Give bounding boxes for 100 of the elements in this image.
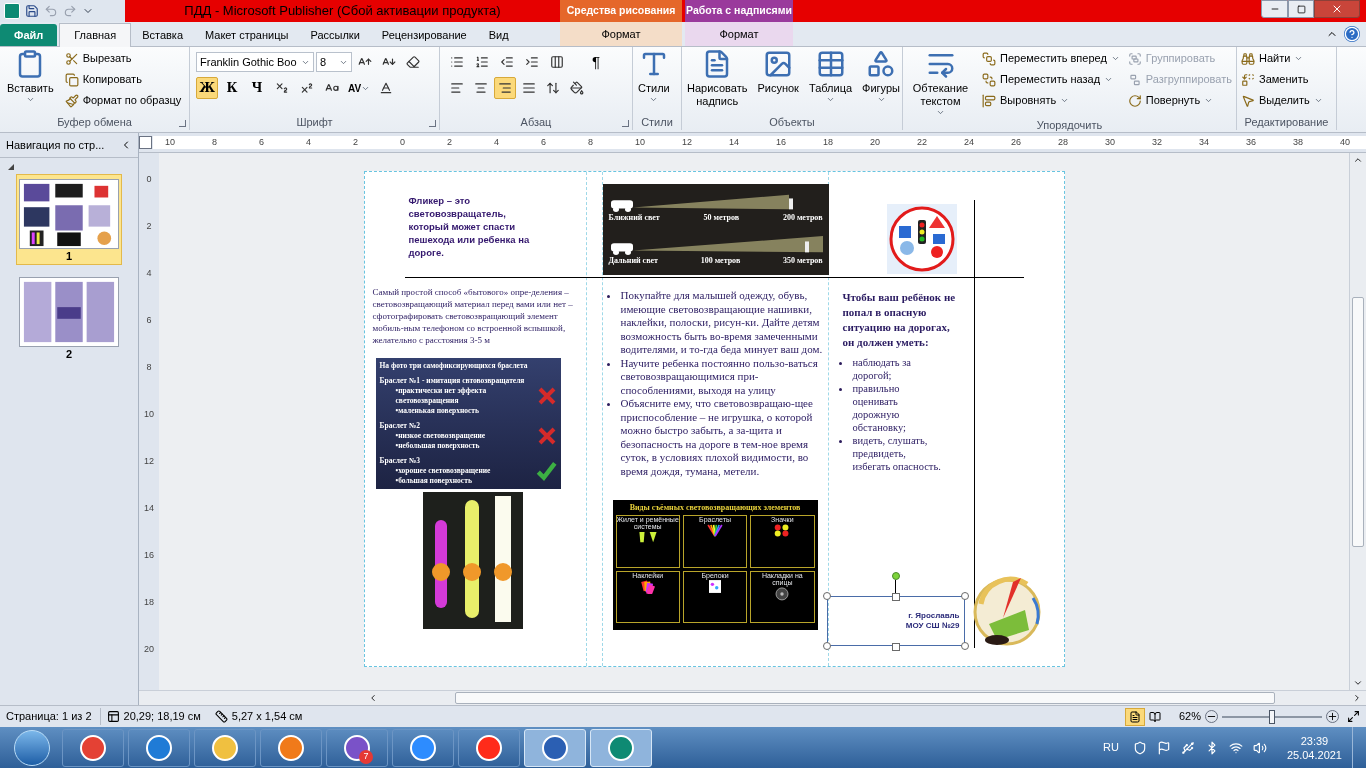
ribbon-tab[interactable]: Вставка: [131, 24, 195, 46]
scroll-right-icon[interactable]: [1352, 693, 1362, 703]
ribbon-tab[interactable]: Главная: [59, 23, 132, 47]
ribbon-button[interactable]: Рисунок: [754, 47, 802, 108]
scroll-left-icon[interactable]: [368, 693, 378, 703]
tray-icon[interactable]: [1156, 740, 1171, 755]
ribbon-button[interactable]: Копировать: [64, 69, 182, 90]
ruler-number: 24: [964, 135, 975, 149]
ribbon-button[interactable]: Фигуры: [859, 47, 903, 108]
ribbon-tab[interactable]: Формат: [685, 22, 793, 46]
browser-icon: [146, 734, 172, 761]
body-paragraph: Самый простой способ «бытового» опре-деления – световозвращающий материал перед вами или нет – сфотографировать световозвращающий элемент мобиль-ным телефоном со встроенной вспышкой, желательно с расстояния 3-5 м: [372, 286, 574, 346]
tray-icon[interactable]: [1180, 740, 1195, 755]
resize-handle[interactable]: [822, 592, 831, 600]
ribbon-tab[interactable]: Формат: [560, 22, 682, 46]
paragraph-marks-button[interactable]: ¶: [585, 51, 607, 73]
clock-time[interactable]: 23:39: [1300, 733, 1329, 748]
ruler-number: 32: [1152, 135, 1163, 149]
scroll-down-icon[interactable]: [1353, 678, 1363, 688]
right-heading: Чтобы ваш ребёнок не попал в опасную ситуацию на дорогах, он должен уметь:: [842, 290, 957, 350]
start-button[interactable]: [14, 729, 50, 766]
fit-page-icon[interactable]: [1347, 710, 1360, 723]
pane-title: Навигация по стр...: [6, 137, 105, 153]
taskbar-button[interactable]: [128, 728, 190, 767]
taskbar-button[interactable]: [458, 728, 520, 767]
resize-handle[interactable]: [891, 643, 900, 651]
ruler-number: 4: [494, 135, 500, 149]
ribbon-button[interactable]: Обтекание текстом: [907, 47, 975, 117]
tray-icon[interactable]: [1228, 740, 1243, 755]
messenger-icon: [344, 734, 370, 761]
ribbon-button[interactable]: Нарисовать надпись: [684, 47, 751, 108]
scroll-up-icon[interactable]: [1353, 155, 1363, 165]
dialog-launcher-icon[interactable]: [429, 120, 436, 127]
font-name-field[interactable]: Franklin Gothic Boo: [196, 52, 314, 72]
language-indicator[interactable]: RU: [1103, 739, 1119, 756]
single-page-icon: [1128, 710, 1141, 723]
ribbon-button[interactable]: Заменить: [1241, 69, 1323, 90]
ribbon-tab[interactable]: Файл: [0, 24, 58, 46]
bullet-text: видеть, слушать, предвидеть, избегать опасность.: [852, 434, 942, 473]
resize-handle[interactable]: [891, 593, 900, 601]
tray-icon[interactable]: [1252, 740, 1267, 755]
align-icon[interactable]: [494, 77, 516, 99]
group-label: Объекты: [769, 114, 815, 130]
save-icon[interactable]: [25, 4, 39, 18]
scroll-thumb[interactable]: [1352, 296, 1364, 547]
ribbon-button[interactable]: Стили: [635, 47, 673, 104]
restore-button[interactable]: [1288, 0, 1314, 18]
ribbon-button[interactable]: Переместить вперед: [982, 48, 1120, 69]
view-button[interactable]: [1124, 707, 1145, 726]
resize-handle[interactable]: [822, 642, 831, 650]
help-icon[interactable]: [1344, 26, 1360, 42]
ribbon-button[interactable]: Переместить назад: [982, 69, 1120, 90]
rotation-handle[interactable]: [891, 572, 900, 580]
ribbon-button[interactable]: Выделить: [1241, 90, 1323, 111]
character-spacing-button[interactable]: AV: [346, 77, 373, 99]
contextual-tab-group: Средства рисования: [560, 0, 682, 22]
taskbar-button[interactable]: 7: [326, 728, 388, 767]
taskbar-button[interactable]: [260, 728, 322, 767]
scroll-thumb[interactable]: [455, 692, 1275, 704]
taskbar-button[interactable]: [392, 728, 454, 767]
distance-label: 100 метров: [700, 256, 741, 267]
format-button[interactable]: Ч: [246, 77, 268, 99]
ribbon-tab[interactable]: Вид: [477, 24, 520, 46]
tray-icon[interactable]: [1132, 740, 1147, 755]
ruler-number: 14: [729, 135, 740, 149]
taskbar-button[interactable]: [62, 728, 124, 767]
tab-selector-icon[interactable]: [139, 136, 152, 149]
dialog-launcher-icon[interactable]: [622, 120, 629, 127]
ribbon-button[interactable]: Повернуть: [1127, 90, 1232, 111]
taskbar-button[interactable]: [194, 728, 256, 767]
vertical-scrollbar[interactable]: [1349, 153, 1366, 690]
zoom-slider-thumb[interactable]: [1269, 709, 1275, 724]
font-size-field[interactable]: 8: [316, 52, 352, 72]
zoom-slider[interactable]: [1222, 709, 1322, 724]
ribbon-button[interactable]: Найти: [1241, 48, 1323, 69]
minimize-button[interactable]: [1261, 0, 1288, 18]
ribbon-button[interactable]: Вырезать: [64, 48, 182, 69]
dialog-launcher-icon[interactable]: [179, 120, 186, 127]
ribbon-tab[interactable]: Макет страницы: [194, 24, 300, 46]
ribbon-button[interactable]: Таблица: [805, 47, 856, 108]
ribbon-tab[interactable]: Рассылки: [299, 24, 371, 46]
page-thumbnail-item[interactable]: 1: [16, 174, 122, 265]
ribbon-icon: [1127, 72, 1142, 87]
resize-handle[interactable]: [960, 642, 969, 650]
page-indicator[interactable]: Страница: 1 из 2: [6, 708, 101, 725]
clock-date[interactable]: 25.04.2021: [1286, 747, 1342, 762]
format-button[interactable]: К: [221, 77, 243, 99]
ruler-number: 0: [146, 173, 152, 186]
ribbon-tab[interactable]: Рецензирование: [370, 24, 478, 46]
zoom-level[interactable]: 62%: [1178, 708, 1201, 725]
resize-handle[interactable]: [960, 592, 969, 600]
zoom-in-icon[interactable]: [1326, 710, 1339, 723]
leaflet-title: Фликер – это световозвращатель, который может спасти пешехода или ребенка на дороге.: [408, 194, 531, 259]
format-button[interactable]: Ж: [196, 77, 218, 99]
ribbon-button[interactable]: Формат по образцу: [64, 90, 182, 111]
ruler-number: 10: [635, 135, 646, 149]
ribbon-button[interactable]: Вставить: [4, 47, 57, 111]
object-size: 5,27 x 1,54 см: [231, 709, 303, 725]
ruler-number: 34: [1199, 135, 1210, 149]
ribbon-button[interactable]: Выровнять: [982, 90, 1120, 111]
